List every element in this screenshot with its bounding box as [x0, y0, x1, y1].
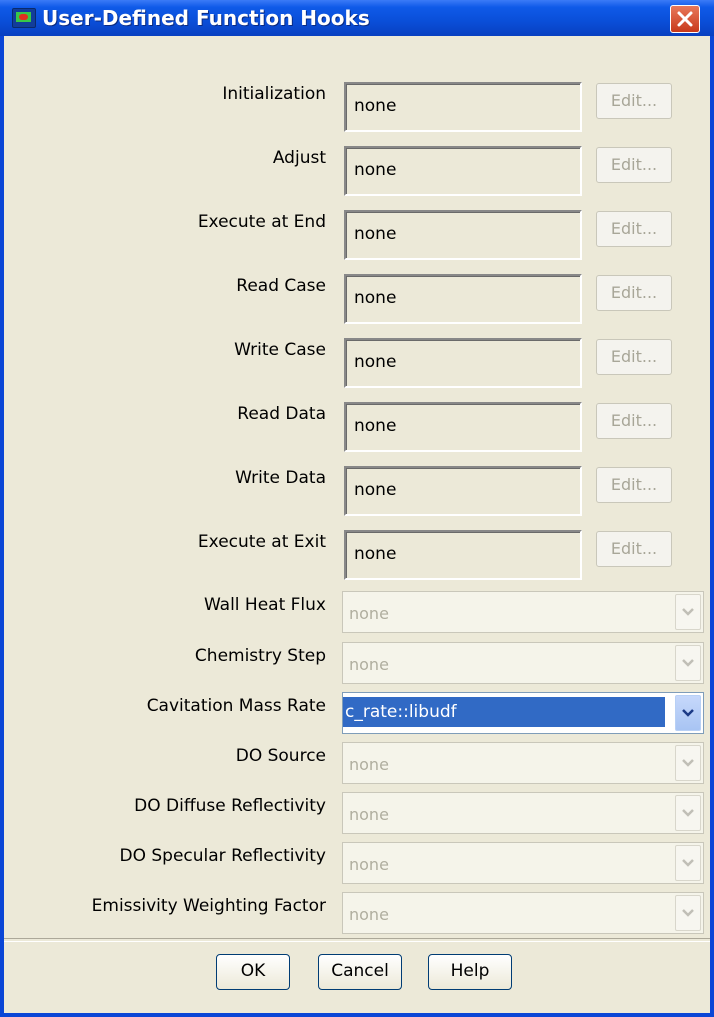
- chevron-down-icon[interactable]: [675, 895, 701, 931]
- adjust-edit-button[interactable]: Edit...: [596, 147, 672, 183]
- chevron-down-icon[interactable]: [675, 845, 701, 881]
- window-title: User-Defined Function Hooks: [42, 6, 370, 30]
- label-read-data: Read Data: [237, 404, 326, 424]
- label-emissivity-weighting-factor: Emissivity Weighting Factor: [91, 896, 326, 916]
- read-data-edit-button[interactable]: Edit...: [596, 403, 672, 439]
- initialization-field[interactable]: none: [344, 82, 582, 132]
- label-do-source: DO Source: [235, 746, 326, 766]
- write-data-field[interactable]: none: [344, 466, 582, 516]
- label-execute-at-end: Execute at End: [197, 212, 326, 232]
- execute-at-exit-field[interactable]: none: [344, 530, 582, 580]
- label-cavitation-mass-rate: Cavitation Mass Rate: [146, 696, 326, 716]
- chevron-down-icon[interactable]: [675, 745, 701, 781]
- label-read-case: Read Case: [236, 276, 326, 296]
- label-do-diffuse-reflectivity: DO Diffuse Reflectivity: [134, 796, 326, 816]
- adjust-field[interactable]: none: [344, 146, 582, 196]
- wall-heat-flux-select[interactable]: none: [342, 591, 704, 633]
- dialog-body: Initialization none Edit... Adjust none …: [4, 36, 710, 1013]
- read-case-field[interactable]: none: [344, 274, 582, 324]
- label-wall-heat-flux: Wall Heat Flux: [203, 595, 326, 615]
- label-chemistry-step: Chemistry Step: [194, 646, 326, 666]
- ok-button[interactable]: OK: [216, 954, 290, 990]
- cancel-button[interactable]: Cancel: [318, 954, 402, 990]
- read-case-edit-button[interactable]: Edit...: [596, 275, 672, 311]
- read-data-field[interactable]: none: [344, 402, 582, 452]
- help-button[interactable]: Help: [428, 954, 512, 990]
- label-do-specular-reflectivity: DO Specular Reflectivity: [119, 846, 327, 866]
- write-case-edit-button[interactable]: Edit...: [596, 339, 672, 375]
- cavitation-mass-rate-select[interactable]: c_rate::libudf: [342, 692, 704, 734]
- close-icon: [677, 11, 693, 27]
- initialization-edit-button[interactable]: Edit...: [596, 83, 672, 119]
- title-bar[interactable]: User-Defined Function Hooks: [0, 0, 714, 36]
- chevron-down-icon[interactable]: [675, 645, 701, 681]
- label-adjust: Adjust: [272, 148, 326, 168]
- chevron-down-icon[interactable]: [675, 594, 701, 630]
- do-source-select[interactable]: none: [342, 742, 704, 784]
- chevron-down-icon[interactable]: [675, 795, 701, 831]
- divider: [4, 938, 710, 942]
- do-specular-reflectivity-select[interactable]: none: [342, 842, 704, 884]
- udf-hooks-dialog: User-Defined Function Hooks Initializati…: [0, 0, 714, 1017]
- chemistry-step-select[interactable]: none: [342, 642, 704, 684]
- label-execute-at-exit: Execute at Exit: [197, 532, 326, 552]
- chevron-down-icon[interactable]: [675, 695, 701, 731]
- emissivity-weighting-factor-select[interactable]: none: [342, 892, 704, 934]
- label-initialization: Initialization: [222, 84, 326, 104]
- write-data-edit-button[interactable]: Edit...: [596, 467, 672, 503]
- app-icon: [12, 8, 36, 28]
- do-diffuse-reflectivity-select[interactable]: none: [342, 792, 704, 834]
- execute-at-end-field[interactable]: none: [344, 210, 582, 260]
- write-case-field[interactable]: none: [344, 338, 582, 388]
- label-write-case: Write Case: [234, 340, 326, 360]
- execute-at-end-edit-button[interactable]: Edit...: [596, 211, 672, 247]
- execute-at-exit-edit-button[interactable]: Edit...: [596, 531, 672, 567]
- label-write-data: Write Data: [235, 468, 326, 488]
- close-button[interactable]: [670, 5, 700, 33]
